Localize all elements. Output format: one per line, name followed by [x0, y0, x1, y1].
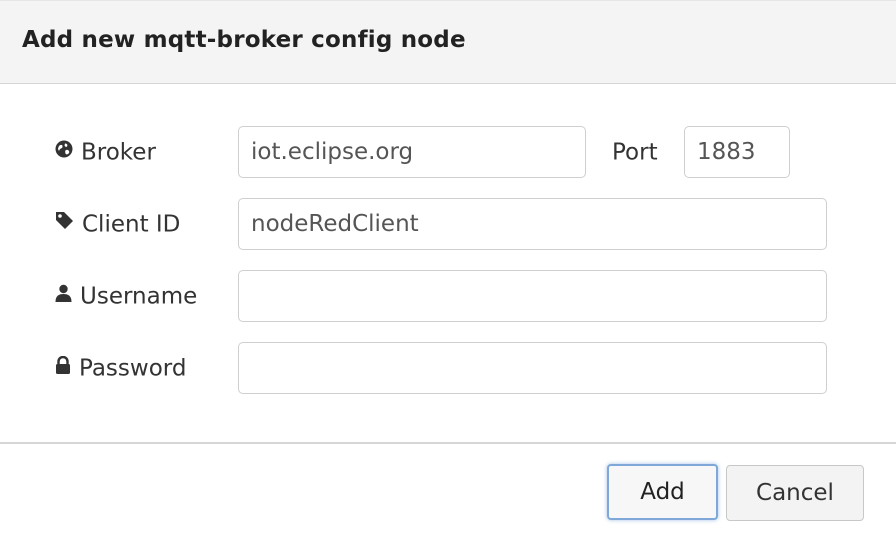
client-id-input[interactable]: nodeRedClient: [238, 198, 827, 250]
user-icon: [55, 282, 72, 308]
username-input[interactable]: [238, 270, 827, 322]
broker-label: Broker: [55, 139, 156, 166]
broker-label-text: Broker: [81, 139, 156, 166]
broker-input[interactable]: iot.eclipse.org: [238, 126, 586, 178]
add-button[interactable]: Add: [607, 464, 718, 520]
password-label: Password: [55, 355, 186, 382]
port-input[interactable]: 1883: [684, 126, 790, 178]
username-label-text: Username: [80, 283, 198, 310]
port-label: Port: [612, 139, 658, 166]
cancel-button[interactable]: Cancel: [726, 465, 864, 521]
dialog-title: Add new mqtt-broker config node: [22, 27, 466, 53]
dialog-titlebar: Add new mqtt-broker config node: [0, 0, 896, 84]
globe-icon: [55, 138, 73, 164]
client-id-label-text: Client ID: [82, 211, 181, 238]
tag-icon: [55, 210, 74, 236]
username-label: Username: [55, 283, 197, 310]
broker-form: Broker iot.eclipse.org Port 1883 Client …: [0, 84, 896, 442]
client-id-label: Client ID: [55, 211, 180, 238]
lock-icon: [55, 354, 71, 380]
password-label-text: Password: [79, 355, 187, 382]
port-label-text: Port: [612, 139, 658, 166]
password-input[interactable]: [238, 342, 827, 394]
dialog-footer: Add Cancel: [0, 442, 896, 539]
config-dialog: Add new mqtt-broker config node Broker i…: [0, 0, 896, 539]
